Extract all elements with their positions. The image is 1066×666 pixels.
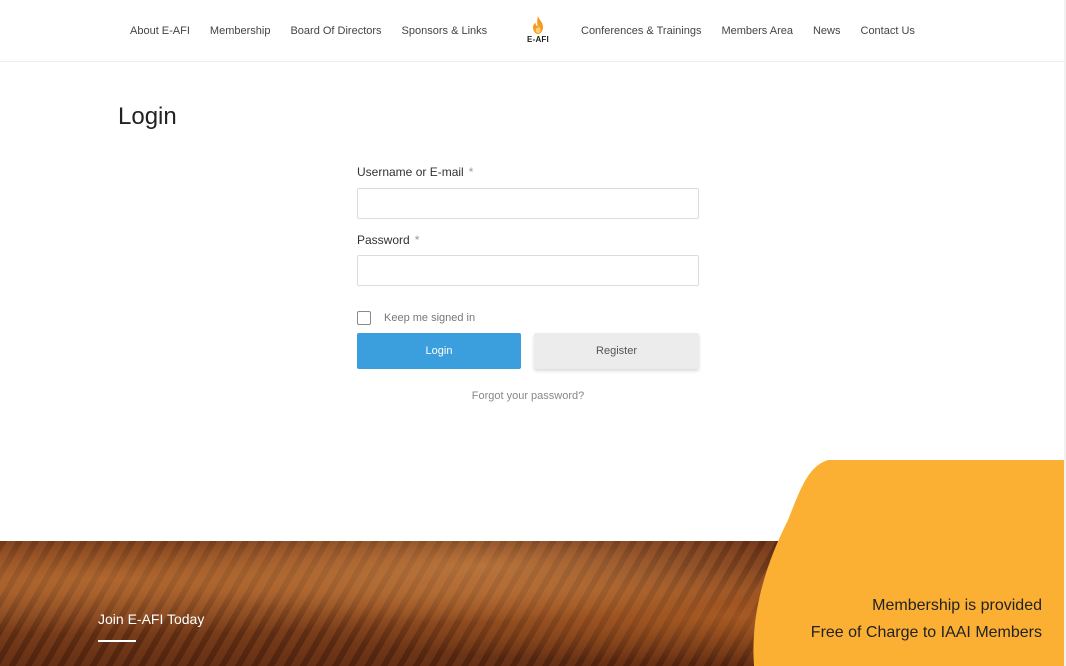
username-label-text: Username or E-mail <box>357 165 464 179</box>
nav-membership[interactable]: Membership <box>210 25 271 37</box>
username-input[interactable] <box>357 188 699 219</box>
required-mark: * <box>468 165 474 179</box>
nav-news[interactable]: News <box>813 25 841 37</box>
nav-right: Conferences & Trainings Members Area New… <box>581 0 915 62</box>
nav-board-of-directors[interactable]: Board Of Directors <box>290 25 381 37</box>
footer-title-underline <box>98 640 136 642</box>
membership-promo: Membership is provided Free of Charge to… <box>750 460 1064 666</box>
site-header: About E-AFI Membership Board Of Director… <box>0 0 1064 62</box>
promo-text: Membership is provided Free of Charge to… <box>811 592 1042 646</box>
forgot-password-link[interactable]: Forgot your password? <box>357 390 699 402</box>
nav-about[interactable]: About E-AFI <box>130 25 190 37</box>
footer-join-title: Join E-AFI Today <box>98 611 205 627</box>
nav-contact-us[interactable]: Contact Us <box>861 25 915 37</box>
page-title: Login <box>118 103 177 130</box>
nav-members-area[interactable]: Members Area <box>721 25 793 37</box>
username-label: Username or E-mail * <box>357 165 473 179</box>
promo-line-1: Membership is provided <box>872 597 1042 614</box>
password-label-text: Password <box>357 233 410 247</box>
keep-signed-in-label[interactable]: Keep me signed in <box>384 312 475 324</box>
promo-line-2: Free of Charge to IAAI Members <box>810 624 1042 641</box>
password-input[interactable] <box>357 255 699 286</box>
nav-conferences-trainings[interactable]: Conferences & Trainings <box>581 25 701 37</box>
nav-left: About E-AFI Membership Board Of Director… <box>130 0 487 62</box>
keep-signed-in-checkbox[interactable] <box>357 311 371 325</box>
flame-icon <box>533 16 543 34</box>
register-button[interactable]: Register <box>534 333 699 369</box>
password-label: Password * <box>357 233 419 247</box>
login-button[interactable]: Login <box>357 333 521 369</box>
logo-text: E-AFI <box>527 35 549 44</box>
keep-signed-in-row: Keep me signed in <box>357 311 475 325</box>
required-mark: * <box>414 233 420 247</box>
site-logo[interactable]: E-AFI <box>524 16 552 48</box>
nav-sponsors-links[interactable]: Sponsors & Links <box>402 25 488 37</box>
